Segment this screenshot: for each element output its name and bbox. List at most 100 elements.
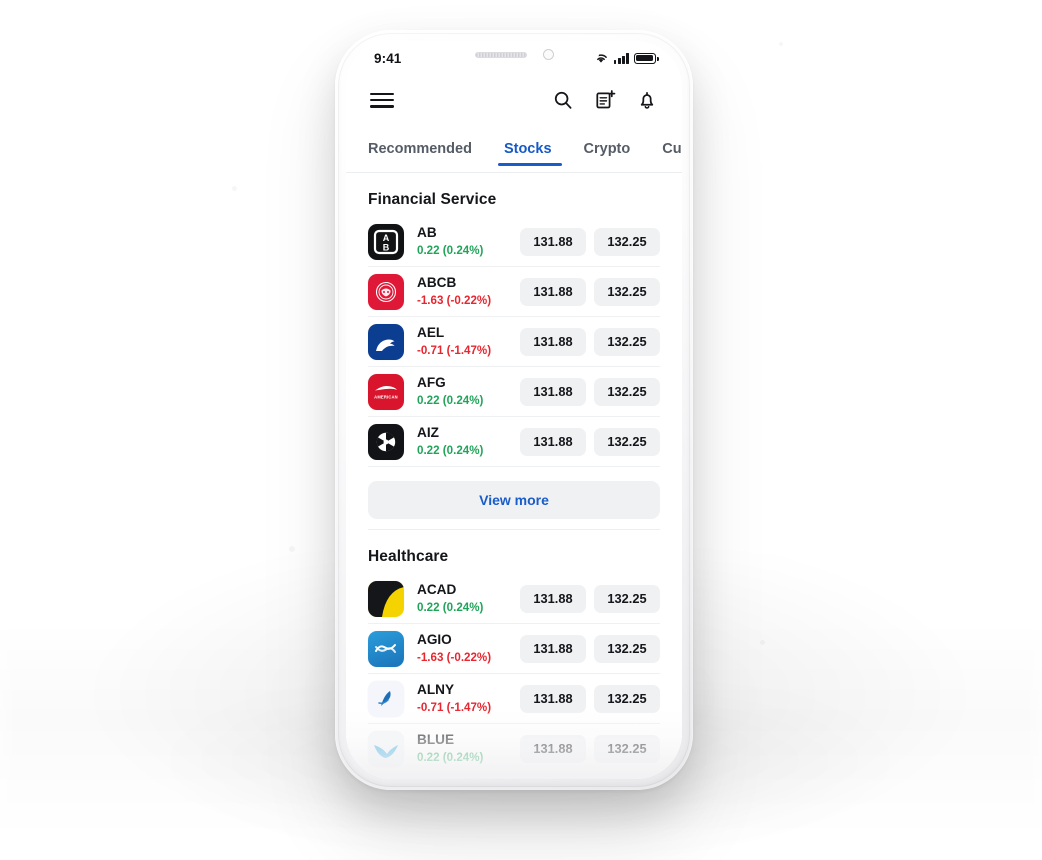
- stock-change: -0.71 (-1.47%): [417, 700, 492, 714]
- acad-logo: [368, 580, 404, 617]
- front-camera-icon: [542, 49, 554, 60]
- stock-list-scroll-area[interactable]: Financial Service A B AB 0.22 (0.24%) 13…: [346, 173, 682, 779]
- svg-text:B: B: [383, 242, 390, 252]
- view-more-button[interactable]: View more: [368, 481, 660, 519]
- stock-change: -1.63 (-0.22%): [417, 650, 492, 664]
- price-secondary: 132.25: [594, 277, 660, 306]
- row-meta: AGIO -1.63 (-0.22%): [404, 632, 520, 666]
- row-meta: AB 0.22 (0.24%): [404, 225, 520, 259]
- background-speck: [779, 42, 783, 46]
- price-primary: 131.88: [520, 684, 586, 713]
- stock-symbol: BLUE: [417, 731, 455, 747]
- cellular-signal-icon: [613, 53, 629, 64]
- stock-symbol: AIZ: [417, 424, 439, 440]
- battery-icon: [634, 52, 659, 64]
- tab-currencies[interactable]: Currenci: [646, 125, 682, 172]
- table-row[interactable]: AEL -0.71 (-1.47%) 131.88 132.25: [368, 317, 660, 367]
- table-row[interactable]: AIZ 0.22 (0.24%) 131.88 132.25: [368, 417, 660, 467]
- stock-change: 0.22 (0.24%): [417, 600, 484, 614]
- device-notch: [428, 41, 600, 68]
- table-row[interactable]: A B AB 0.22 (0.24%) 131.88 132.25: [368, 217, 660, 267]
- ab-logo-glyph: A B: [373, 229, 399, 254]
- app-bar: [346, 75, 682, 125]
- abcb-logo: [368, 273, 404, 310]
- tab-label: Stocks: [503, 140, 552, 157]
- row-meta: AFG 0.22 (0.24%): [404, 375, 520, 409]
- row-meta: BLUE 0.22 (0.24%): [404, 732, 520, 766]
- tab-stocks[interactable]: Stocks: [488, 125, 568, 172]
- background-speck: [232, 186, 237, 191]
- price-primary: 131.88: [520, 427, 586, 456]
- tab-recommended[interactable]: Recommended: [368, 125, 488, 172]
- search-icon[interactable]: [552, 89, 574, 111]
- stock-symbol: AFG: [417, 374, 446, 390]
- stock-symbol: AEL: [417, 324, 445, 340]
- row-meta: ABCB -1.63 (-0.22%): [404, 275, 520, 309]
- table-row[interactable]: AMERICAN AFG 0.22 (0.24%) 131.88 132.25: [368, 367, 660, 417]
- price-secondary: 132.25: [594, 684, 660, 713]
- price-secondary: 132.25: [594, 734, 660, 763]
- price-secondary: 132.25: [594, 327, 660, 356]
- tab-crypto[interactable]: Crypto: [568, 125, 647, 172]
- price-primary: 131.88: [520, 277, 586, 306]
- category-tabs: Recommended Stocks Crypto Currenci: [346, 125, 682, 173]
- phone-screen: 9:41 Recommended Stocks Crypto Cu Financ…: [346, 41, 682, 779]
- stock-change: 0.22 (0.24%): [417, 750, 484, 764]
- row-meta: ACAD 0.22 (0.24%): [404, 582, 520, 616]
- stock-change: -0.71 (-1.47%): [417, 343, 492, 357]
- section-title-healthcare: Healthcare: [368, 548, 449, 565]
- price-primary: 131.88: [520, 227, 586, 256]
- background-speck: [760, 640, 765, 645]
- aiz-logo-glyph: [376, 432, 396, 451]
- bell-icon[interactable]: [636, 89, 658, 111]
- table-row[interactable]: ABCB -1.63 (-0.22%) 131.88 132.25: [368, 267, 660, 317]
- stock-change: 0.22 (0.24%): [417, 393, 484, 407]
- agio-logo: [368, 630, 404, 667]
- price-secondary: 132.25: [594, 227, 660, 256]
- price-primary: 131.88: [520, 327, 586, 356]
- add-note-icon[interactable]: [594, 89, 616, 111]
- tab-label: Recommended: [368, 140, 472, 157]
- acad-logo-glyph: [368, 580, 404, 617]
- earpiece-speaker-icon: [474, 51, 527, 58]
- price-secondary: 132.25: [594, 634, 660, 663]
- section-title-financial-service: Financial Service: [368, 191, 497, 208]
- phone-device-frame: 9:41 Recommended Stocks Crypto Cu Financ…: [335, 30, 693, 790]
- agio-logo-glyph: [375, 643, 396, 653]
- tab-label: Crypto: [583, 140, 631, 157]
- price-secondary: 132.25: [594, 584, 660, 613]
- table-row[interactable]: AGIO -1.63 (-0.22%) 131.88 132.25: [368, 624, 660, 674]
- ael-logo: [368, 323, 404, 360]
- table-row[interactable]: ACAD 0.22 (0.24%) 131.88 132.25: [368, 574, 660, 624]
- price-primary: 131.88: [520, 584, 586, 613]
- price-primary: 131.88: [520, 377, 586, 406]
- svg-text:AMERICAN: AMERICAN: [374, 394, 398, 399]
- alny-logo: [368, 680, 404, 717]
- row-meta: ALNY -0.71 (-1.47%): [404, 682, 520, 716]
- alny-logo-glyph: [378, 690, 391, 706]
- stock-change: 0.22 (0.24%): [417, 243, 484, 257]
- table-row[interactable]: BLUE 0.22 (0.24%) 131.88 132.25: [368, 724, 660, 773]
- tab-label: Currenci: [662, 140, 682, 157]
- abcb-logo-glyph: [375, 281, 397, 302]
- stock-symbol: AGIO: [417, 631, 452, 647]
- stock-symbol: AB: [417, 224, 437, 240]
- stock-symbol: ABCB: [417, 274, 457, 290]
- table-row[interactable]: ALNY -0.71 (-1.47%) 131.88 132.25: [368, 674, 660, 724]
- blue-logo-glyph: [374, 744, 398, 758]
- afg-logo: AMERICAN: [368, 373, 404, 410]
- price-primary: 131.88: [520, 634, 586, 663]
- app-bar-actions: [552, 89, 658, 111]
- afg-logo-glyph: AMERICAN: [374, 385, 398, 399]
- stock-symbol: ACAD: [417, 581, 457, 597]
- price-secondary: 132.25: [594, 427, 660, 456]
- stock-change: -1.63 (-0.22%): [417, 293, 492, 307]
- status-indicators: [593, 52, 659, 64]
- price-primary: 131.88: [520, 734, 586, 763]
- ab-logo: A B: [368, 223, 404, 260]
- background-speck: [289, 546, 295, 552]
- hamburger-menu-icon[interactable]: [370, 92, 394, 108]
- aiz-logo: [368, 423, 404, 460]
- ael-logo-glyph: [376, 339, 395, 351]
- stock-change: 0.22 (0.24%): [417, 443, 484, 457]
